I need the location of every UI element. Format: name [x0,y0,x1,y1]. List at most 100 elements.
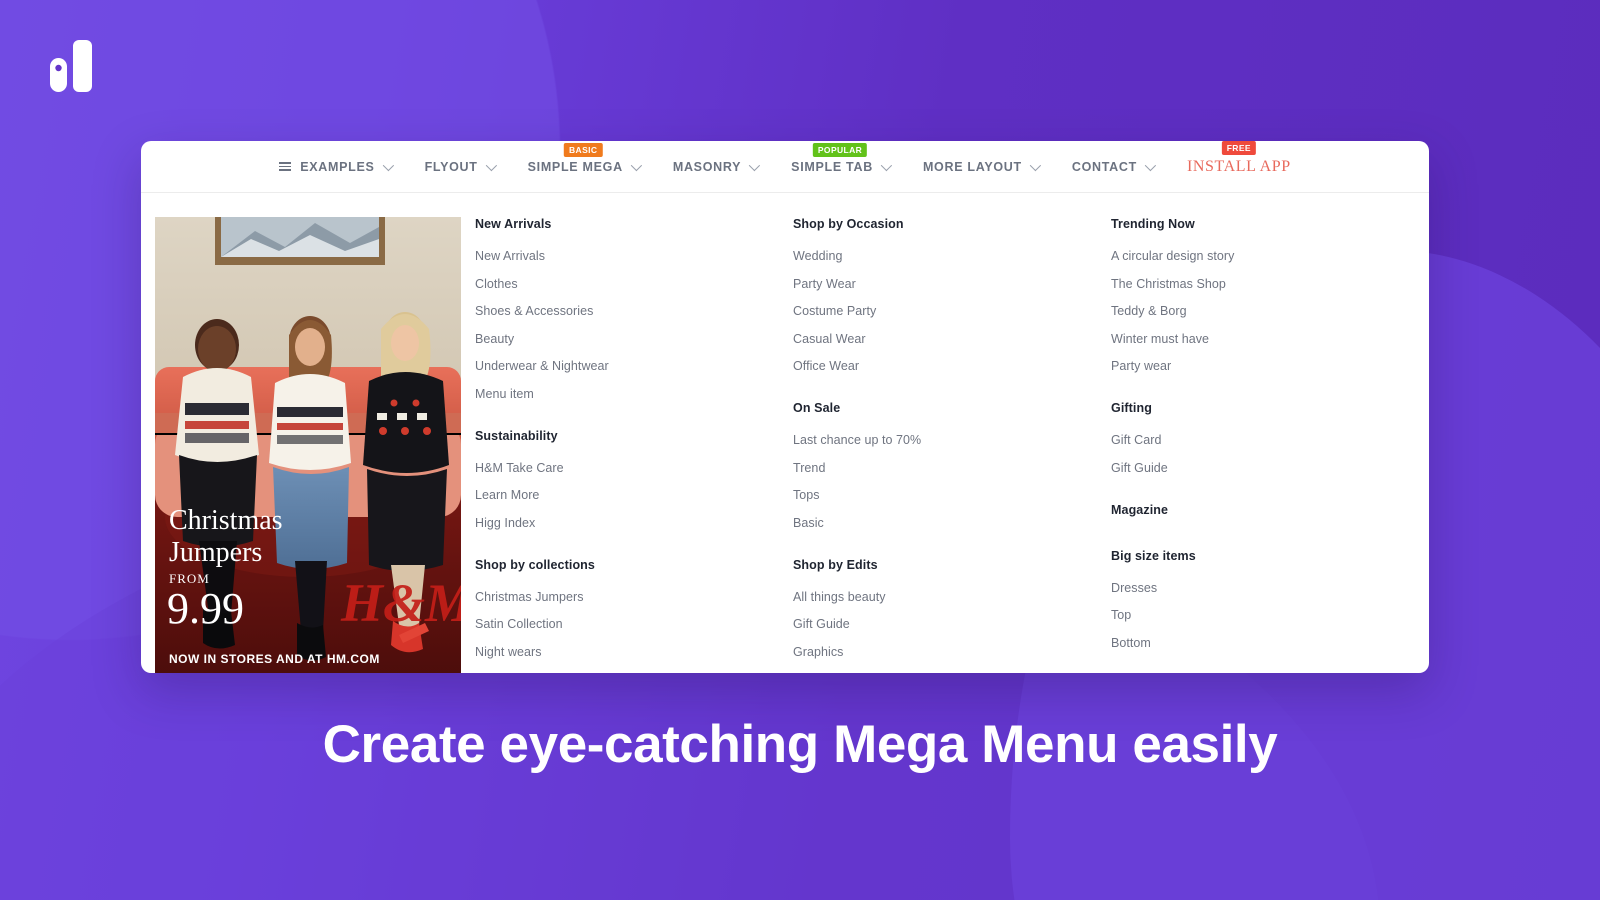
nav-item-simple-mega[interactable]: BASIC SIMPLE MEGA [511,142,656,174]
chevron-down-icon [485,159,497,171]
menu-link[interactable]: Underwear & Nightwear [475,359,793,373]
group-title: Gifting [1111,401,1152,415]
menu-group-trending-now: Trending Now A circular design story The… [1111,217,1407,373]
menu-group-sustainability: Sustainability H&M Take Care Learn More … [475,429,793,530]
menu-column-3: Trending Now A circular design story The… [1111,217,1407,673]
menu-link[interactable]: Casual Wear [793,332,1111,346]
nav-list: EXAMPLES FLYOUT BASIC SIMPLE MEGA MASONR… [262,141,1308,176]
menu-link[interactable]: Gift Card [1111,433,1407,447]
mega-menu-columns: New Arrivals New Arrivals Clothes Shoes … [461,217,1407,673]
menu-group-magazine: Magazine [1111,503,1407,517]
nav-item-label: SIMPLE MEGA [527,159,623,174]
nav-item-simple-tab[interactable]: POPULAR SIMPLE TAB [774,142,906,174]
group-title: Trending Now [1111,217,1195,231]
menu-link[interactable]: Gift Guide [1111,461,1407,475]
dual-bar-logo-icon [50,40,94,92]
menu-link[interactable]: H&M Take Care [475,461,793,475]
menu-group-on-sale: On Sale Last chance up to 70% Trend Tops… [793,401,1111,530]
nav-item-label: CONTACT [1071,159,1137,174]
menu-link[interactable]: Shoes & Accessories [475,304,793,318]
nav-item-examples[interactable]: EXAMPLES [262,159,407,174]
menu-link[interactable]: Teddy & Borg [1111,304,1407,318]
menu-group-big-size-items: Big size items Dresses Top Bottom [1111,549,1407,650]
group-title: On Sale [793,401,841,415]
group-title: Shop by collections [475,557,595,572]
menu-link[interactable]: Learn More [475,488,793,502]
menu-link[interactable]: Satin Collection [475,617,793,631]
svg-text:9.99: 9.99 [167,584,244,633]
menu-column-1: New Arrivals New Arrivals Clothes Shoes … [475,217,793,673]
menu-group-shop-by-collections: Shop by collections Christmas Jumpers Sa… [475,558,793,659]
group-title[interactable]: Magazine [1111,503,1407,517]
group-title: Shop by Occasion [793,217,904,231]
menu-link[interactable]: Party wear [1111,359,1407,373]
nav-item-install-app[interactable]: FREE INSTALL APP [1170,141,1308,176]
menu-link[interactable]: Graphics [793,645,1111,659]
nav-item-contact[interactable]: CONTACT [1055,159,1170,174]
menu-link[interactable]: Menu item [475,387,793,401]
chevron-down-icon [748,159,761,171]
svg-text:Christmas: Christmas [169,505,283,536]
menu-link[interactable]: Last chance up to 70% [793,433,1111,447]
menu-link[interactable]: Night wears [475,645,793,659]
menu-link[interactable]: Clothes [475,277,793,291]
promo-image[interactable]: H&M Christmas Jumpers FROM 9.99 NOW IN S… [155,217,461,673]
main-navigation: EXAMPLES FLYOUT BASIC SIMPLE MEGA MASONR… [141,141,1429,193]
group-title: Sustainability [475,428,558,443]
menu-group-gifting: Gifting Gift Card Gift Guide [1111,401,1407,475]
nav-item-flyout[interactable]: FLYOUT [408,159,511,174]
menu-link[interactable]: Trend [793,461,1111,475]
badge-basic: BASIC [563,142,603,157]
menu-link[interactable]: New Arrivals [475,249,793,263]
menu-group-shop-by-occasion: Shop by Occasion Wedding Party Wear Cost… [793,217,1111,373]
svg-text:NOW IN STORES AND AT HM.COM: NOW IN STORES AND AT HM.COM [169,652,380,666]
badge-popular: POPULAR [812,142,868,157]
nav-item-masonry[interactable]: MASONRY [656,159,774,174]
nav-item-label: EXAMPLES [300,159,375,174]
menu-link[interactable]: A circular design story [1111,249,1407,263]
nav-item-label: INSTALL APP [1186,157,1291,175]
menu-link[interactable]: Costume Party [793,304,1111,318]
chevron-down-icon [1029,159,1041,171]
svg-text:Jumpers: Jumpers [169,537,262,568]
menu-link[interactable]: The Christmas Shop [1111,277,1407,291]
chevron-down-icon [630,159,642,171]
menu-link[interactable]: Dresses [1111,581,1407,595]
menu-link[interactable]: Winter must have [1111,332,1407,346]
menu-link[interactable]: Wedding [793,249,1111,263]
menu-link[interactable]: Christmas Jumpers [475,590,793,604]
menu-link[interactable]: Basic [793,516,1111,530]
nav-item-label: SIMPLE TAB [791,159,873,174]
menu-link[interactable]: Higg Index [475,516,793,530]
chevron-down-icon [1144,159,1157,171]
group-title: New Arrivals [475,217,552,231]
menu-link[interactable]: Gift Guide [793,617,1111,631]
mega-menu-card: EXAMPLES FLYOUT BASIC SIMPLE MEGA MASONR… [141,141,1429,673]
group-title: Shop by Edits [793,557,878,572]
nav-item-label: MASONRY [672,159,742,174]
menu-link[interactable]: Top [1111,608,1407,622]
chevron-down-icon [382,159,394,171]
menu-link[interactable]: Bottom [1111,636,1407,650]
nav-item-label: FLYOUT [424,159,478,174]
chevron-down-icon [880,159,893,171]
mega-menu-panel: H&M Christmas Jumpers FROM 9.99 NOW IN S… [141,193,1429,673]
menu-link[interactable]: Beauty [475,332,793,346]
menu-link[interactable]: Tops [793,488,1111,502]
nav-item-label: MORE LAYOUT [922,159,1022,174]
menu-group-new-arrivals: New Arrivals New Arrivals Clothes Shoes … [475,217,793,401]
page-headline: Create eye-catching Mega Menu easily [322,715,1278,774]
menu-link[interactable]: Office Wear [793,359,1111,373]
menu-column-2: Shop by Occasion Wedding Party Wear Cost… [793,217,1111,673]
nav-item-more-layout[interactable]: MORE LAYOUT [906,159,1055,174]
badge-free: FREE [1221,141,1256,155]
menu-group-shop-by-edits: Shop by Edits All things beauty Gift Gui… [793,558,1111,659]
menu-link[interactable]: All things beauty [793,590,1111,604]
menu-link[interactable]: Party Wear [793,277,1111,291]
svg-text:H&M: H&M [340,573,461,633]
